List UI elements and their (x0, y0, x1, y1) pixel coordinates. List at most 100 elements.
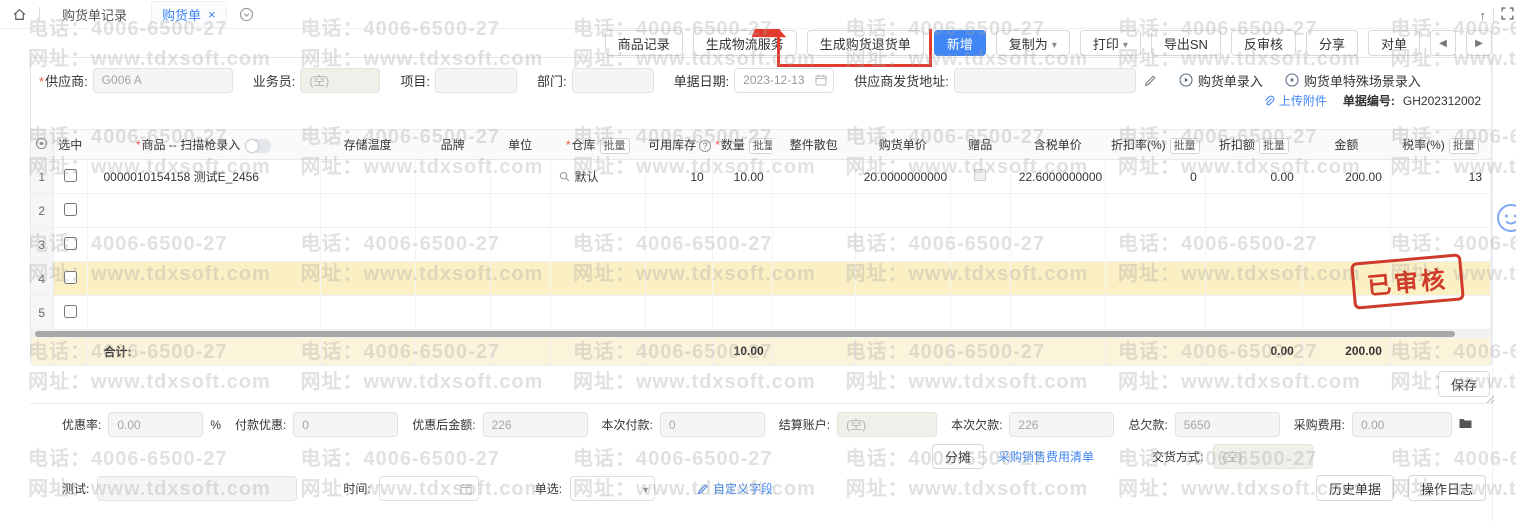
settlement-account-field[interactable] (837, 412, 937, 437)
time-label: 时间: (343, 480, 370, 497)
horizontal-scrollbar[interactable] (31, 330, 1491, 338)
bill-date-field[interactable] (734, 68, 834, 93)
share-button[interactable]: 分享 (1306, 30, 1358, 56)
header-label-price: 购货单价 (879, 138, 927, 152)
table-row: 5 (31, 296, 1491, 330)
batch-tax-rate-button[interactable]: 批量 (1449, 138, 1479, 154)
print-button[interactable]: 打印 (1080, 30, 1141, 56)
history-bills-button[interactable]: 历史单据 (1316, 475, 1394, 501)
cell-product (87, 262, 320, 296)
cell-storage-temp (320, 262, 415, 296)
gift-checkbox[interactable] (974, 169, 986, 181)
table-row: 4 (31, 262, 1491, 296)
upload-attachment-link[interactable]: 上传附件 (1263, 92, 1327, 109)
copy-as-label: 复制为 (1009, 34, 1048, 53)
column-settings-icon[interactable] (35, 139, 48, 153)
cell-warehouse[interactable]: 默认 (550, 160, 645, 194)
discount-rate-label: 优惠率: (62, 416, 101, 433)
test-field[interactable] (97, 476, 297, 501)
edit-address-icon[interactable] (1144, 74, 1157, 87)
supplier-field[interactable] (93, 68, 233, 93)
radio-label: 单选: (535, 480, 562, 497)
resize-grip[interactable] (1485, 393, 1495, 407)
purchase-cost-field[interactable] (1352, 412, 1452, 437)
row-checkbox[interactable] (64, 305, 77, 318)
allocate-button[interactable]: 分摊 (932, 444, 984, 469)
product-records-button[interactable]: 商品记录 (605, 30, 683, 56)
next-page-button[interactable]: ▶ (1466, 30, 1492, 56)
current-arrears-field[interactable] (1009, 412, 1114, 437)
compare-button[interactable]: 对单 (1368, 30, 1420, 56)
tab-purchase-records[interactable]: 购货单记录 (52, 2, 137, 27)
salesman-field[interactable] (300, 68, 380, 93)
cell-qty (712, 296, 772, 330)
divider (39, 7, 40, 21)
unapprove-button[interactable]: 反审核 (1231, 30, 1296, 56)
custom-fields-link[interactable]: 自定义字段 (697, 480, 773, 497)
time-field[interactable] (379, 476, 479, 501)
header-discount-amount: 折扣额批量 (1205, 130, 1302, 160)
copy-as-button[interactable]: 复制为 (996, 30, 1070, 56)
order-entry-link[interactable]: 购货单录入 (1179, 71, 1263, 90)
row-checkbox[interactable] (64, 169, 77, 182)
row-checkbox[interactable] (64, 203, 77, 216)
cell-tax-price (1010, 194, 1105, 228)
home-icon[interactable] (12, 7, 27, 22)
special-entry-link[interactable]: 购货单特殊场景录入 (1285, 71, 1421, 90)
radio-select[interactable] (570, 476, 655, 501)
cell-gift (950, 228, 1010, 262)
total-discount-amount: 0.00 (1205, 338, 1302, 365)
header-rownum (31, 130, 53, 160)
scroll-top-icon[interactable]: ↑ (1480, 8, 1487, 23)
close-icon[interactable]: × (208, 8, 216, 21)
discount-rate-field[interactable] (108, 412, 203, 437)
amount-after-discount-field[interactable] (483, 412, 588, 437)
row-checkbox[interactable] (64, 271, 77, 284)
cost-list-link[interactable]: 采购销售费用清单 (998, 448, 1094, 465)
create-purchase-return-button[interactable]: 生成购货退货单 (807, 30, 924, 56)
cell-brand (415, 296, 490, 330)
ship-address-field[interactable] (954, 68, 1136, 93)
tab-bar: 购货单记录 购货单 × (0, 0, 1516, 29)
total-arrears-field[interactable] (1175, 412, 1280, 437)
batch-warehouse-button[interactable]: 批量 (600, 138, 630, 154)
footer-buttons: 历史单据 操作日志 (1316, 475, 1486, 501)
add-new-button[interactable]: 新增 (934, 30, 986, 56)
customer-service-icon[interactable] (1496, 203, 1516, 236)
header-label-tax-price: 含税单价 (1034, 138, 1082, 152)
scrollbar-thumb[interactable] (35, 331, 1455, 337)
play-circle-icon (1179, 73, 1193, 87)
payment-discount-field[interactable] (293, 412, 398, 437)
cell-unit (490, 194, 550, 228)
approved-stamp: 已审核 (1350, 253, 1465, 309)
payment-discount-label: 付款优惠: (235, 416, 286, 433)
folder-icon[interactable] (1459, 418, 1472, 432)
export-sn-button[interactable]: 导出SN (1151, 30, 1221, 56)
row-number: 4 (31, 262, 53, 296)
cell-unit (490, 296, 550, 330)
current-payment-field[interactable] (660, 412, 765, 437)
header-label-qty: 数量 (721, 138, 745, 152)
scan-toggle[interactable] (245, 139, 271, 153)
batch-discount-rate-button[interactable]: 批量 (1170, 138, 1200, 154)
delivery-method-field[interactable] (1213, 444, 1313, 469)
tab-menu-icon[interactable] (239, 7, 254, 22)
required-star: * (715, 138, 720, 152)
items-table: 选中*商品 -- 扫描枪录入存储温度品牌单位*仓库批量可用库存?*数量批量整件散… (31, 129, 1491, 330)
header-tax-rate: 税率(%)批量 (1390, 130, 1490, 160)
project-field[interactable] (435, 68, 517, 93)
batch-qty-button[interactable]: 批量 (749, 138, 772, 154)
expand-icon[interactable] (1501, 7, 1514, 23)
tab-purchase-order[interactable]: 购货单 × (151, 1, 227, 28)
create-logistics-button[interactable]: 生成物流服务 (693, 30, 797, 56)
header-form-row: 供应商: 业务员: 项目: 部门: 单据日期: 供应商发货地址: 购货单录入 购… (39, 67, 1421, 93)
save-button[interactable]: 保存 (1438, 371, 1490, 397)
operation-log-button[interactable]: 操作日志 (1408, 475, 1486, 501)
header-price: 购货单价 (855, 130, 950, 160)
row-checkbox[interactable] (64, 237, 77, 250)
custom-fields-label: 自定义字段 (713, 480, 773, 497)
prev-page-button[interactable]: ◀ (1430, 30, 1456, 56)
batch-discount-amount-button[interactable]: 批量 (1259, 138, 1289, 154)
department-field[interactable] (572, 68, 654, 93)
help-icon[interactable]: ? (699, 140, 711, 152)
